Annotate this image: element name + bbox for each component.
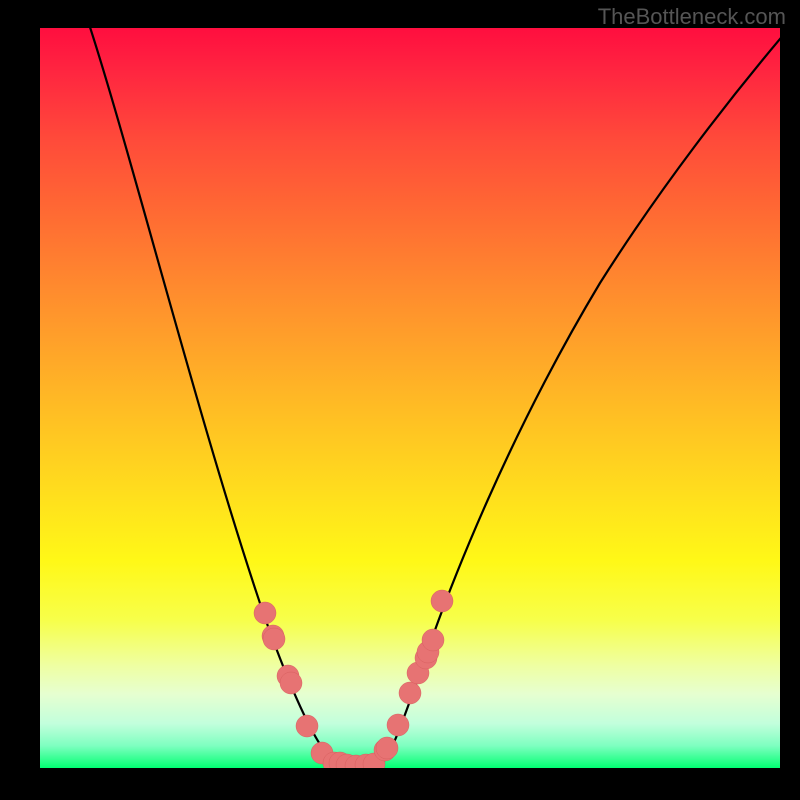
data-marker (263, 628, 285, 650)
data-marker (376, 737, 398, 759)
data-marker (431, 590, 453, 612)
data-marker (254, 602, 276, 624)
data-marker (280, 672, 302, 694)
data-marker (387, 714, 409, 736)
chart-svg (40, 28, 780, 768)
data-marker (422, 629, 444, 651)
watermark-text: TheBottleneck.com (598, 4, 786, 30)
markers-group (254, 590, 453, 768)
data-marker (399, 682, 421, 704)
data-marker (296, 715, 318, 737)
plot-area (40, 28, 780, 768)
